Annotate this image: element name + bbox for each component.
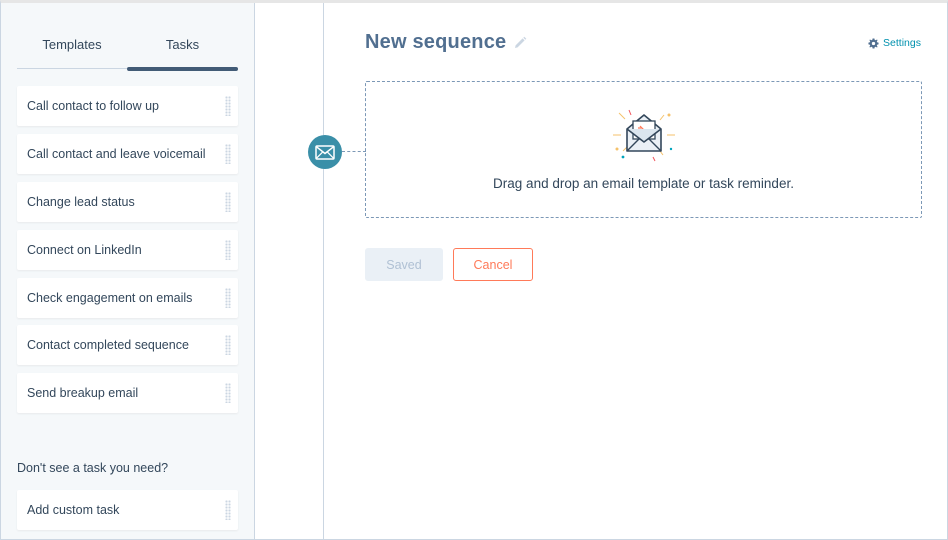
task-label: Check engagement on emails <box>27 291 193 305</box>
pencil-icon[interactable] <box>513 36 527 55</box>
drag-handle-icon[interactable] <box>225 500 231 520</box>
sidebar: Templates Tasks Call contact to follow u… <box>1 3 255 539</box>
open-envelope-illustration <box>613 109 675 162</box>
custom-task-question: Don't see a task you need? <box>17 461 169 475</box>
drag-handle-icon[interactable] <box>225 144 231 164</box>
task-send-breakup[interactable]: Send breakup email <box>17 373 238 413</box>
task-label: Send breakup email <box>27 386 139 400</box>
task-label: Connect on LinkedIn <box>27 243 142 257</box>
drag-handle-icon[interactable] <box>225 96 231 116</box>
task-call-follow-up[interactable]: Call contact to follow up <box>17 86 238 126</box>
sequence-dropzone[interactable]: Drag and drop an email template or task … <box>365 81 922 218</box>
settings-link[interactable]: Settings <box>868 37 921 49</box>
task-contact-completed[interactable]: Contact completed sequence <box>17 325 238 365</box>
tab-templates[interactable]: Templates <box>17 29 127 69</box>
step-connector <box>342 151 366 152</box>
page-title: New sequence <box>365 31 507 53</box>
task-check-engagement[interactable]: Check engagement on emails <box>17 278 238 318</box>
envelope-icon <box>315 144 335 160</box>
drag-handle-icon[interactable] <box>225 383 231 403</box>
drag-handle-icon[interactable] <box>225 288 231 308</box>
gear-icon <box>868 37 879 49</box>
settings-label: Settings <box>883 37 921 49</box>
drag-handle-icon[interactable] <box>225 335 231 355</box>
task-label: Add custom task <box>27 503 120 517</box>
task-label: Call contact and leave voicemail <box>27 147 206 161</box>
saved-button[interactable]: Saved <box>365 248 443 281</box>
task-connect-linkedin[interactable]: Connect on LinkedIn <box>17 230 238 270</box>
task-add-custom[interactable]: Add custom task <box>17 490 238 530</box>
drag-handle-icon[interactable] <box>225 192 231 212</box>
dropzone-instructions: Drag and drop an email template or task … <box>493 176 794 191</box>
cancel-button[interactable]: Cancel <box>453 248 533 281</box>
app-window: Templates Tasks Call contact to follow u… <box>0 0 948 540</box>
task-call-voicemail[interactable]: Call contact and leave voicemail <box>17 134 238 174</box>
timeline-line <box>323 3 324 539</box>
step-node <box>308 135 342 169</box>
task-label: Change lead status <box>27 195 135 209</box>
task-label: Contact completed sequence <box>27 338 189 352</box>
tab-tasks[interactable]: Tasks <box>127 29 238 71</box>
task-change-lead-status[interactable]: Change lead status <box>17 182 238 222</box>
task-label: Call contact to follow up <box>27 99 160 113</box>
drag-handle-icon[interactable] <box>225 240 231 260</box>
sidebar-tabs: Templates Tasks <box>17 29 238 71</box>
